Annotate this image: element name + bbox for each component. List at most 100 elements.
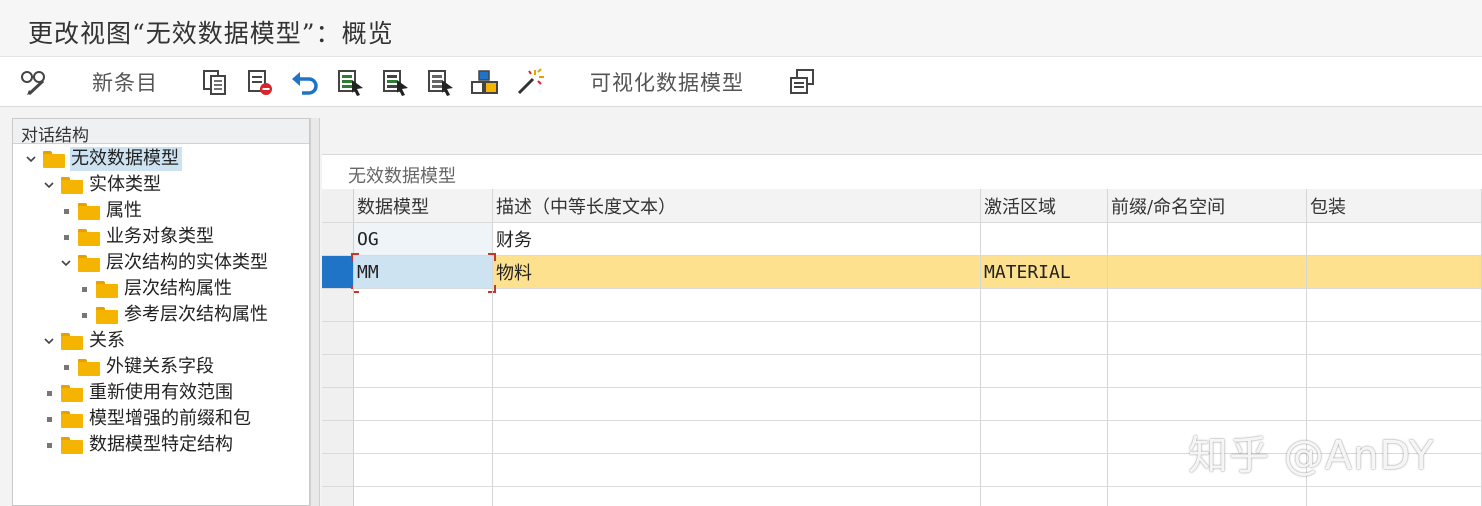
chevron-down-icon[interactable] [58, 255, 74, 271]
table-cell[interactable] [493, 289, 981, 322]
table-cell[interactable] [981, 223, 1108, 256]
row-selector-selected[interactable] [322, 256, 354, 289]
display-change-icon[interactable] [18, 67, 50, 97]
focus-corner-marker [351, 253, 359, 261]
table-cell[interactable] [1307, 487, 1482, 506]
folder-icon [78, 202, 100, 220]
leaf-bullet-icon [58, 229, 74, 245]
table-cell[interactable] [1307, 322, 1482, 355]
tree-node-entity-types[interactable]: 实体类型 [41, 173, 164, 197]
column-header-prefix-namespace[interactable]: 前缀/命名空间 [1108, 189, 1307, 223]
table-cell[interactable] [1108, 223, 1307, 256]
table-cell[interactable] [1108, 289, 1307, 322]
leaf-bullet-icon [76, 281, 92, 297]
leaf-bullet-icon [58, 359, 74, 375]
row-selector[interactable] [322, 421, 354, 454]
transport-icon[interactable] [469, 67, 501, 97]
tree-node-hierarchy-entity-types[interactable]: 层次结构的实体类型 [58, 251, 271, 275]
table-cell[interactable] [493, 388, 981, 421]
table-cell[interactable] [354, 388, 493, 421]
table-cell[interactable] [1307, 388, 1482, 421]
tree-node-foreign-key-fields[interactable]: 外键关系字段 [58, 355, 217, 379]
table-cell[interactable] [1108, 388, 1307, 421]
tree-node-hierarchy-attributes[interactable]: 层次结构属性 [76, 277, 235, 301]
table-cell[interactable] [354, 454, 493, 487]
column-header-active-area[interactable]: 激活区域 [981, 189, 1108, 223]
table-cell[interactable]: OG [354, 223, 493, 256]
delete-icon[interactable] [244, 67, 276, 97]
tree-node-invalid-data-model[interactable]: 无效数据模型 [23, 147, 182, 171]
chevron-down-icon[interactable] [23, 151, 39, 167]
table-cell[interactable] [981, 355, 1108, 388]
table-cell[interactable]: 物料 [493, 256, 981, 289]
table-cell[interactable] [1307, 223, 1482, 256]
table-cell[interactable] [493, 322, 981, 355]
deselect-all-icon[interactable] [424, 67, 456, 97]
table-cell-focused[interactable]: MM [354, 256, 493, 289]
table-cell[interactable] [981, 322, 1108, 355]
table-cell[interactable] [493, 454, 981, 487]
row-selector[interactable] [322, 454, 354, 487]
tree-node-model-enhancement-prefix[interactable]: 模型增强的前缀和包 [41, 407, 254, 431]
tree-node-relationships[interactable]: 关系 [41, 329, 128, 353]
table-cell[interactable] [354, 421, 493, 454]
table-cell[interactable] [981, 454, 1108, 487]
tree-node-business-object-types[interactable]: 业务对象类型 [58, 225, 217, 249]
folder-icon [78, 358, 100, 376]
row-selector[interactable] [322, 388, 354, 421]
leaf-bullet-icon [41, 437, 57, 453]
panel-splitter[interactable] [310, 118, 320, 506]
watermark: 知乎 @AnDY [1188, 433, 1435, 479]
visualize-data-model-button[interactable]: 可视化数据模型 [584, 67, 750, 97]
wizard-icon[interactable] [514, 67, 546, 97]
select-block-icon[interactable] [379, 67, 411, 97]
table-cell[interactable] [1108, 322, 1307, 355]
column-header-data-model[interactable]: 数据模型 [354, 189, 493, 223]
table-cell[interactable] [981, 289, 1108, 322]
folder-icon [78, 228, 100, 246]
chevron-down-icon[interactable] [41, 333, 57, 349]
table-cell[interactable] [1108, 487, 1307, 506]
table-cell[interactable] [354, 289, 493, 322]
copy-icon[interactable] [199, 67, 231, 97]
row-selector[interactable] [322, 322, 354, 355]
table-cell[interactable] [354, 355, 493, 388]
tree-node-reuse-active-area[interactable]: 重新使用有效范围 [41, 381, 236, 405]
table-cell[interactable] [1307, 256, 1482, 289]
folder-icon [61, 436, 83, 454]
new-entries-button[interactable]: 新条目 [89, 67, 161, 97]
table-cell[interactable] [981, 487, 1108, 506]
table-title: 无效数据模型 [348, 166, 456, 187]
table-cell[interactable] [1108, 355, 1307, 388]
folder-icon [61, 410, 83, 428]
row-selector[interactable] [322, 289, 354, 322]
row-selector[interactable] [322, 223, 354, 256]
table-cell[interactable]: 财务 [493, 223, 981, 256]
table-cell[interactable] [493, 355, 981, 388]
chevron-down-icon[interactable] [41, 177, 57, 193]
tree-node-attributes[interactable]: 属性 [58, 199, 145, 223]
table-cell[interactable]: MATERIAL [981, 256, 1108, 289]
tree-node-model-specific-structure[interactable]: 数据模型特定结构 [41, 433, 236, 457]
select-all-rows-button[interactable] [322, 189, 354, 223]
table-cell[interactable] [354, 322, 493, 355]
title-bar: 更改视图“无效数据模型”：概览 [0, 0, 1482, 57]
dialog-structure-title: 对话结构 [21, 126, 89, 146]
undo-icon[interactable] [289, 67, 321, 97]
column-header-description[interactable]: 描述（中等长度文本） [493, 189, 981, 223]
dialog-structure-panel: 对话结构 无效数据模型 实体类型 属性 业务对象类型 层次结构的实体类型 层次结… [12, 118, 310, 506]
table-cell[interactable] [1108, 256, 1307, 289]
row-selector[interactable] [322, 487, 354, 506]
tree-node-reference-hierarchy-attributes[interactable]: 参考层次结构属性 [76, 303, 271, 327]
select-all-icon[interactable] [334, 67, 366, 97]
row-selector[interactable] [322, 355, 354, 388]
table-cell[interactable] [493, 487, 981, 506]
table-cell[interactable] [981, 388, 1108, 421]
table-cell[interactable] [981, 421, 1108, 454]
more-icon[interactable] [786, 67, 818, 97]
table-cell[interactable] [1307, 289, 1482, 322]
table-cell[interactable] [354, 487, 493, 506]
table-cell[interactable] [493, 421, 981, 454]
column-header-package[interactable]: 包装 [1307, 189, 1482, 223]
table-cell[interactable] [1307, 355, 1482, 388]
